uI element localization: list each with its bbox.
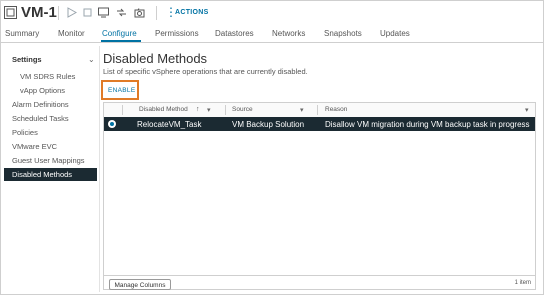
vm-icon [4, 6, 17, 19]
console-icon[interactable] [98, 7, 109, 18]
nav-item-vmware-evc[interactable]: VMware EVC [12, 142, 57, 151]
header-divider [58, 6, 59, 20]
actions-menu[interactable]: ACTIONS [175, 9, 209, 16]
tab-configure[interactable]: Configure [102, 29, 137, 38]
page-title: VM-1 [21, 4, 57, 21]
chevron-down-icon[interactable]: ⌄ [88, 55, 95, 64]
cell-reason: Disallow VM migration during VM backup t… [325, 120, 530, 129]
column-header-source[interactable]: Source [232, 106, 253, 113]
filter-icon[interactable]: ▾ [525, 106, 529, 114]
nav-item-vapp-options[interactable]: vApp Options [20, 86, 65, 95]
grid-header: Disabled Method ↑ ▾ Source ▾ Reason ▾ [104, 103, 535, 118]
nav-divider [99, 46, 100, 292]
active-tab-indicator [101, 40, 141, 42]
disabled-methods-grid: Disabled Method ↑ ▾ Source ▾ Reason ▾ Re… [103, 102, 536, 290]
nav-item-guest-user-mappings[interactable]: Guest User Mappings [12, 156, 85, 165]
nav-item-disabled-methods[interactable]: Disabled Methods [4, 168, 97, 181]
column-header-reason[interactable]: Reason [325, 106, 347, 113]
nav-item-label: Disabled Methods [12, 170, 73, 179]
tab-bar: Summary Monitor Configure Permissions Da… [0, 27, 544, 43]
tab-monitor[interactable]: Monitor [58, 29, 85, 38]
tab-datastores[interactable]: Datastores [215, 29, 254, 38]
column-divider [122, 105, 123, 115]
row-radio[interactable] [108, 120, 116, 128]
column-divider [317, 105, 318, 115]
enable-button[interactable]: ENABLE [108, 87, 135, 94]
header: VM-1 ⋮ ACTIONS [0, 0, 544, 27]
item-count: 1 item [514, 280, 531, 286]
tab-networks[interactable]: Networks [272, 29, 305, 38]
filter-icon[interactable]: ▾ [300, 106, 304, 114]
table-row[interactable]: RelocateVM_Task VM Backup Solution Disal… [104, 117, 535, 131]
radio-selected-indicator [110, 122, 114, 126]
power-on-icon[interactable] [66, 7, 77, 18]
nav-settings-group[interactable]: Settings [12, 55, 42, 64]
nav-item-scheduled-tasks[interactable]: Scheduled Tasks [12, 114, 69, 123]
column-header-disabled-method[interactable]: Disabled Method [139, 106, 188, 113]
power-off-icon[interactable] [82, 7, 93, 18]
tab-updates[interactable]: Updates [380, 29, 410, 38]
nav-item-policies[interactable]: Policies [12, 128, 38, 137]
filter-icon[interactable]: ▾ [207, 106, 211, 114]
cell-source: VM Backup Solution [232, 120, 305, 129]
nav-item-vm-sdrs-rules[interactable]: VM SDRS Rules [20, 72, 75, 81]
manage-columns-button[interactable]: Manage Columns [109, 279, 171, 290]
sort-arrow-icon[interactable]: ↑ [196, 106, 200, 113]
migrate-icon[interactable] [116, 7, 127, 18]
section-title: Disabled Methods [103, 51, 208, 66]
tab-summary[interactable]: Summary [5, 29, 39, 38]
header-divider [156, 6, 157, 20]
grid-footer: Manage Columns 1 item [104, 275, 535, 290]
cell-disabled-method: RelocateVM_Task [137, 120, 202, 129]
snapshot-icon[interactable] [134, 7, 145, 18]
tab-permissions[interactable]: Permissions [155, 29, 199, 38]
section-description: List of specific vSphere operations that… [103, 67, 308, 76]
tab-snapshots[interactable]: Snapshots [324, 29, 362, 38]
nav-item-alarm-definitions[interactable]: Alarm Definitions [12, 100, 69, 109]
column-divider [225, 105, 226, 115]
